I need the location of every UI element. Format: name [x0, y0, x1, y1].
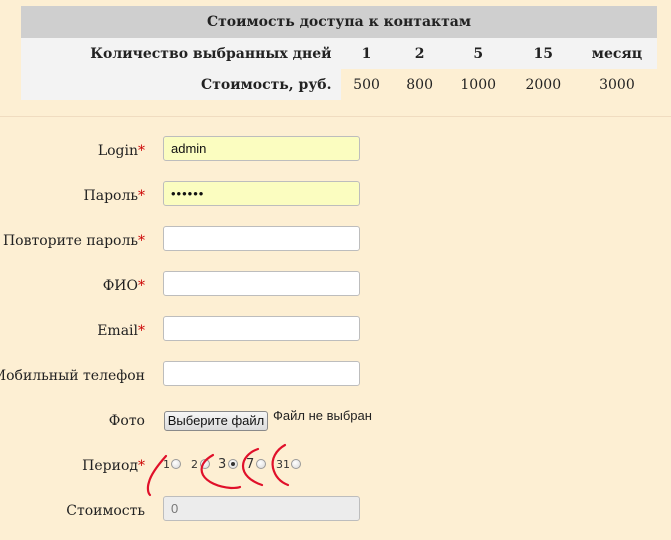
fio-label-text: ФИО	[102, 278, 138, 294]
login-input[interactable]: admin	[163, 136, 360, 161]
cost-label: Стоимость, руб.	[21, 69, 341, 100]
password-label-text: Пароль	[83, 188, 138, 204]
file-status: Файл не выбран	[273, 408, 372, 423]
days-cell: месяц	[576, 38, 657, 69]
choose-file-button[interactable]: Выберите файл	[164, 411, 268, 431]
price-table-days-row: Количество выбранных дней 1 2 5 15 месяц	[21, 38, 657, 69]
password-label: Пароль*	[84, 188, 145, 204]
cost-cell: 3000	[576, 69, 657, 100]
required-mark: *	[138, 188, 145, 204]
price-panel: Стоимость доступа к контактам Количество…	[0, 0, 671, 117]
period-label-text: Период	[82, 458, 138, 474]
password-repeat-input[interactable]	[163, 226, 360, 251]
days-cell: 2	[392, 38, 447, 69]
login-label: Login*	[98, 143, 145, 159]
mobile-input[interactable]	[163, 361, 360, 386]
email-input[interactable]	[163, 316, 360, 341]
period-option-label: 2	[191, 458, 198, 471]
cost-cell: 2000	[509, 69, 577, 100]
days-cell: 1	[340, 38, 393, 69]
price-table-title-row: Стоимость доступа к контактам	[21, 6, 657, 38]
period-option-label: 3	[218, 457, 227, 472]
period-radio-selected[interactable]	[228, 459, 238, 469]
photo-label: Фото	[108, 413, 145, 429]
period-radio[interactable]	[291, 459, 301, 469]
days-cell: 15	[509, 38, 577, 69]
login-label-text: Login	[97, 143, 138, 159]
cost-field-label: Стоимость	[66, 503, 145, 519]
email-label-text: Email	[97, 323, 138, 339]
days-cell: 5	[446, 38, 510, 69]
mobile-label: Мобильный телефон	[0, 368, 145, 384]
period-label: Период*	[82, 458, 145, 474]
period-radio[interactable]	[171, 459, 181, 469]
fio-label: ФИО*	[103, 278, 145, 294]
fio-input[interactable]	[163, 271, 360, 296]
period-radio[interactable]	[256, 459, 266, 469]
period-option-label: 7	[246, 457, 255, 472]
days-label: Количество выбранных дней	[21, 38, 341, 69]
password-repeat-label-text: Повторите пароль	[2, 233, 138, 249]
password-repeat-label: Повторите пароль*	[3, 233, 145, 249]
password-input[interactable]: ••••••	[163, 181, 360, 206]
period-option-label: 31	[276, 458, 290, 471]
required-mark: *	[138, 233, 145, 249]
price-table: Стоимость доступа к контактам Количество…	[21, 6, 657, 100]
required-mark: *	[138, 143, 145, 159]
cost-cell: 800	[392, 69, 447, 100]
required-mark: *	[138, 458, 145, 474]
price-table-cost-row: Стоимость, руб. 500 800 1000 2000 3000	[21, 69, 657, 100]
cost-cell: 500	[340, 69, 393, 100]
email-label: Email*	[97, 323, 145, 339]
required-mark: *	[138, 323, 145, 339]
period-option-label: 1	[163, 458, 170, 471]
cost-cell: 1000	[446, 69, 510, 100]
cost-output: 0	[163, 496, 360, 521]
required-mark: *	[138, 278, 145, 294]
price-table-title: Стоимость доступа к контактам	[21, 6, 657, 38]
period-radio[interactable]	[200, 459, 210, 469]
